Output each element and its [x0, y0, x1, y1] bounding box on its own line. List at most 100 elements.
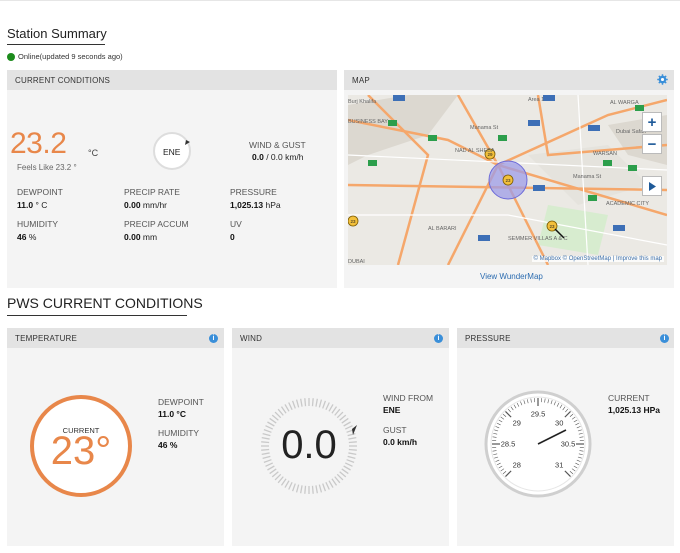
pressure-current-label: CURRENT: [608, 393, 650, 403]
card-header: WIND: [232, 328, 449, 348]
wind-dial-tick: [322, 483, 327, 492]
wind-dial-tick: [315, 485, 318, 494]
wind-dial-tick: [284, 480, 290, 488]
dewpoint-label: DEWPOINT: [17, 187, 63, 197]
current-conditions-card: CURRENT CONDITIONS: [7, 70, 337, 288]
map-canvas[interactable]: Burj Khalifa BUSINESS BAY Area 1 AL WARG…: [348, 95, 667, 265]
wind-dial-tick: [271, 414, 279, 421]
dewpoint-number: 11.0: [17, 200, 34, 210]
humidity-label: HUMIDITY: [17, 219, 59, 229]
dewpoint-value: 11.0 ° C: [17, 200, 47, 210]
map-label: Area 1: [528, 97, 544, 103]
pws-humidity-label: HUMIDITY: [158, 428, 200, 438]
wind-value: 0.0: [252, 152, 264, 162]
wind-dial-tick: [277, 408, 284, 416]
station-map[interactable]: Burj Khalifa BUSINESS BAY Area 1 AL WARG…: [348, 95, 667, 265]
wind-dial-tick: [334, 408, 341, 416]
pressure-unit: hPa: [265, 200, 281, 210]
precip-rate-unit: mm/hr: [142, 200, 168, 210]
pws-humidity-value: 46 %: [158, 440, 178, 450]
wind-dial-tick: [288, 481, 293, 490]
wind-dial-tick: [269, 468, 277, 475]
map-marker-label: 23: [549, 224, 555, 229]
map-label: SEMMER VILLAS A & C: [508, 236, 568, 242]
gear-icon[interactable]: [657, 74, 668, 85]
card-title: WIND: [240, 334, 263, 343]
map-label: WARSAN: [593, 151, 617, 157]
wind-dial-tick: [322, 400, 327, 409]
zoom-in-icon: +: [647, 113, 657, 131]
card-title: TEMPERATURE: [15, 334, 78, 343]
precip-accum-number: 0.00: [124, 232, 141, 242]
precip-accum-label: PRECIP ACCUM: [124, 219, 189, 229]
wind-dial-tick: [304, 485, 307, 494]
humidity-number: 46: [17, 232, 27, 242]
map-marker-label: 29: [487, 152, 493, 157]
card-header: CURRENT CONDITIONS: [7, 70, 337, 90]
wind-dial-tick: [291, 483, 296, 492]
gust-value: / 0.0 km/h: [266, 152, 304, 162]
pressure-scale-label: 29.5: [531, 410, 546, 419]
pws-title-underline: [7, 315, 187, 316]
pressure-number: 1,025.13: [230, 200, 264, 210]
zoom-out-icon: −: [647, 135, 657, 153]
map-label: DUBAI: [348, 259, 365, 265]
zoom-out-button[interactable]: −: [642, 134, 662, 154]
temperature-value: 23.2: [10, 127, 67, 160]
title-underline: [7, 44, 105, 45]
card-header: MAP: [344, 70, 674, 90]
pressure-label: PRESSURE: [230, 187, 277, 197]
top-divider: [0, 0, 680, 1]
status-line: Online(updated 9 seconds ago): [7, 52, 123, 61]
wind-dial-tick: [334, 476, 341, 484]
view-wundermap-link[interactable]: View WunderMap: [480, 272, 543, 281]
wind-dial-tick: [336, 473, 344, 481]
wind-from-value: ENE: [383, 405, 401, 415]
play-icon: [648, 181, 656, 191]
pws-section-title: PWS CURRENT CONDITIONS: [7, 295, 203, 311]
zoom-in-button[interactable]: +: [642, 112, 662, 132]
status-text: Online(updated 9 seconds ago): [18, 52, 123, 61]
wind-dial-tick: [339, 471, 347, 478]
precip-rate-label: PRECIP RATE: [124, 187, 180, 197]
pressure-scale-label: 28: [513, 461, 521, 470]
pressure-scale-label: 31: [555, 461, 563, 470]
temperature-unit: °C: [88, 148, 99, 158]
wind-dial-tick: [325, 402, 330, 411]
wind-gust-label: WIND & GUST: [249, 140, 306, 150]
info-icon[interactable]: i: [209, 334, 218, 343]
card-header: PRESSURE: [457, 328, 674, 348]
wind-dial-tick: [280, 406, 287, 414]
wind-dial-tick: [339, 414, 347, 421]
pressure-scale-label: 30: [555, 418, 563, 427]
wind-dial-tick: [295, 399, 300, 408]
pressure-scale-label: 28.5: [501, 440, 516, 449]
wind-dial-tick: [291, 400, 296, 409]
wind-dial-tick: [300, 485, 303, 494]
pressure-value: 1,025.13 hPa: [230, 200, 281, 210]
pressure-current-value: 1,025.13 HPa: [608, 405, 660, 415]
pressure-dial: 28 28.5 29 29.5 30 30.5 31: [484, 390, 592, 498]
wind-dial-tick: [277, 476, 284, 484]
info-icon[interactable]: i: [434, 334, 443, 343]
map-marker-label: 23: [350, 219, 356, 224]
play-button[interactable]: [642, 176, 662, 196]
wind-dial-tick: [328, 404, 334, 412]
wind-dial-tick: [274, 473, 282, 481]
gust-label: GUST: [383, 425, 407, 435]
card-title: PRESSURE: [465, 334, 511, 343]
uv-value: 0: [230, 232, 235, 242]
humidity-value: 46 %: [17, 232, 36, 242]
precip-rate-value: 0.00 mm/hr: [124, 200, 167, 210]
info-icon[interactable]: i: [660, 334, 669, 343]
precip-accum-unit: mm: [142, 232, 158, 242]
pressure-scale-label: 30.5: [561, 440, 576, 449]
map-attribution[interactable]: © Mapbox © OpenStreetMap | Improve this …: [531, 256, 664, 262]
wind-dial-tick: [295, 484, 300, 493]
wind-direction: ENE: [163, 147, 181, 157]
uv-label: UV: [230, 219, 242, 229]
temperature-current-value: 23°: [50, 429, 112, 473]
humidity-unit: %: [28, 232, 37, 242]
wind-dial-tick: [300, 398, 303, 407]
wind-dial-tick: [325, 481, 330, 490]
